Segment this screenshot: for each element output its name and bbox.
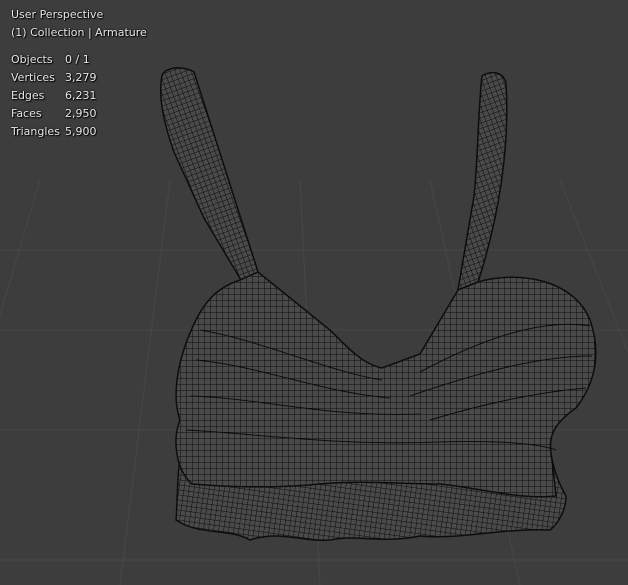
stat-row-faces: Faces 2,950 [11,105,147,123]
stat-label: Faces [11,107,42,120]
stat-row-triangles: Triangles 5,900 [11,123,147,141]
stat-value: 5,900 [65,125,97,138]
stat-label: Triangles [11,125,60,138]
view-name: User Perspective [11,8,104,21]
3d-viewport[interactable]: User Perspective (1) Collection | Armatu… [0,0,628,585]
viewport-info-overlay: User Perspective (1) Collection | Armatu… [11,6,147,141]
collection-line: (1) Collection | Armature [11,26,147,39]
stat-label: Edges [11,89,45,102]
bodice [175,271,597,498]
right-strap [457,71,508,292]
stat-row-edges: Edges 6,231 [11,87,147,105]
stat-row-objects: Objects 0 / 1 [11,51,147,69]
stat-value: 0 / 1 [65,53,90,66]
stat-row-vertices: Vertices 3,279 [11,69,147,87]
stat-label: Objects [11,53,53,66]
stat-value: 2,950 [65,107,97,120]
scene-statistics: Objects 0 / 1 Vertices 3,279 Edges 6,231… [11,51,147,141]
stat-value: 3,279 [65,71,97,84]
stat-label: Vertices [11,71,55,84]
stat-value: 6,231 [65,89,97,102]
left-strap [159,67,259,281]
